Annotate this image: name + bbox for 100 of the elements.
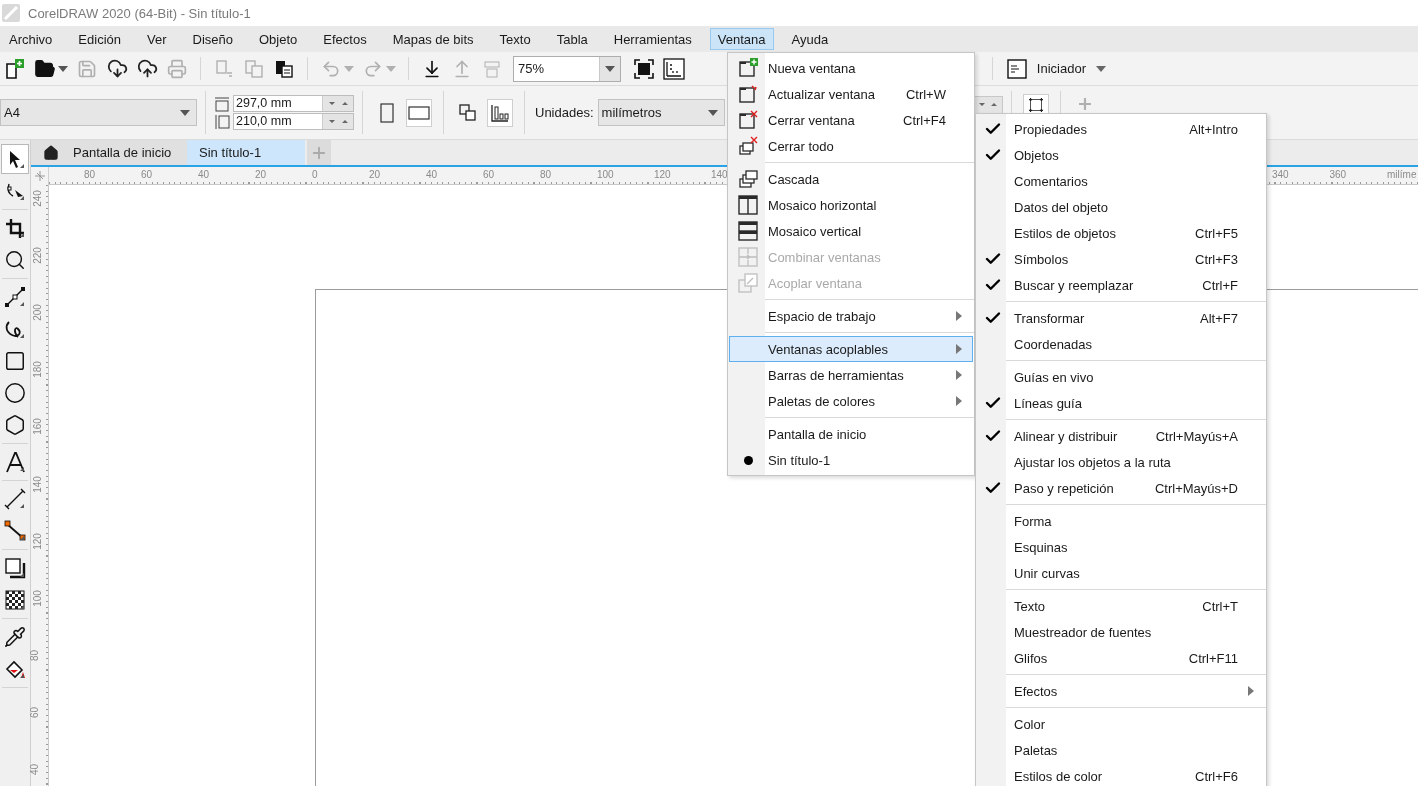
caret-icon[interactable] (58, 65, 68, 72)
ruler-label: 120 (31, 532, 43, 550)
menu-item[interactable]: Diseño (184, 28, 241, 50)
menu-item[interactable]: Texto Ctrl+T (977, 593, 1265, 619)
menu-item[interactable]: Unir curvas (977, 560, 1265, 586)
menu-item[interactable]: Pantalla de inicio (729, 421, 973, 447)
layout-button[interactable] (487, 98, 513, 127)
menu-item[interactable]: Líneas guía (977, 390, 1265, 416)
full-screen-icon[interactable] (633, 57, 655, 80)
ruler-label: 60 (141, 169, 153, 180)
menu-item[interactable]: Sin título-1 (729, 447, 973, 473)
menu-item[interactable]: Buscar y reemplazar Ctrl+F (977, 272, 1265, 298)
tool-button[interactable] (1, 144, 29, 174)
ruler-label: 60 (29, 706, 41, 718)
spinner-arrows-icon[interactable] (973, 96, 1003, 114)
import-icon[interactable] (422, 58, 442, 79)
menu-item[interactable]: Espacio de trabajo (729, 303, 973, 329)
menu-item[interactable]: Paletas (977, 737, 1265, 763)
menu-item[interactable]: Paletas de colores (729, 388, 973, 414)
caret-icon (707, 109, 718, 116)
menu-item[interactable]: Comentarios (977, 168, 1265, 194)
menu-item[interactable]: Paso y repetición Ctrl+Mayús+D (977, 475, 1265, 501)
menu-item[interactable]: Muestreador de fuentes (977, 619, 1265, 645)
menu-item[interactable]: Ajustar los objetos a la ruta (977, 449, 1265, 475)
menu-item[interactable]: Edición (70, 28, 129, 50)
caret-icon (605, 65, 615, 72)
menu-item[interactable]: Texto (491, 28, 539, 50)
menu-item[interactable]: Datos del objeto (977, 194, 1265, 220)
menu-item[interactable]: Transformar Alt+F7 (977, 305, 1265, 331)
search-icon (4, 249, 26, 271)
document-tab[interactable]: Pantalla de inicio (31, 140, 187, 165)
ruler-label: 360 (1329, 169, 1347, 180)
menu-item[interactable]: Barras de herramientas (729, 362, 973, 388)
window-icon (1006, 58, 1027, 79)
menu-item[interactable]: Archivo (1, 28, 61, 50)
eyedropper-icon (4, 626, 26, 648)
merge-icon (738, 247, 758, 267)
window-title: CorelDRAW 2020 (64-Bit) - Sin título-1 (28, 5, 251, 21)
menu-item[interactable]: Actualizar ventana Ctrl+W (729, 81, 973, 107)
menu-item[interactable]: Efectos (315, 28, 375, 50)
size-field[interactable]: 297,0 mm (233, 95, 354, 112)
submenu-arrow-icon (956, 344, 962, 354)
menu-item[interactable]: Ayuda (783, 28, 837, 50)
windows-close-icon (738, 136, 758, 156)
menu-item[interactable]: Símbolos Ctrl+F3 (977, 246, 1265, 272)
units-dropdown[interactable]: milímetros (597, 99, 725, 126)
ruler-label: 80 (29, 649, 41, 661)
ellipse-icon (4, 382, 26, 404)
menu-item[interactable]: Cerrar todo (729, 133, 973, 159)
ruler-label: 80 (84, 169, 96, 180)
dimension-icon (4, 488, 26, 510)
menu-item[interactable]: Mosaico horizontal (729, 192, 973, 218)
ruler-label: 20 (369, 169, 381, 180)
menu-item[interactable]: Mapas de bits (384, 28, 482, 50)
menu-item[interactable]: Guías en vivo (977, 364, 1265, 390)
rectangle-icon (4, 350, 26, 372)
menu-item[interactable]: Cerrar ventana Ctrl+F4 (729, 107, 973, 133)
menu-item[interactable]: Alinear y distribuir Ctrl+Mayús+A (977, 423, 1265, 449)
landscape-icon (408, 105, 430, 120)
menu-item[interactable]: Glifos Ctrl+F11 (977, 645, 1265, 671)
page-size-dropdown[interactable]: A4 (0, 99, 197, 126)
menu-item[interactable]: Herramientas (605, 28, 700, 50)
menu-item[interactable]: Objeto (251, 28, 306, 50)
menu-item[interactable]: Color (977, 711, 1265, 737)
ruler-label: 140 (31, 475, 43, 493)
launcher-button[interactable]: Iniciador (1000, 53, 1112, 84)
ruler-label: 40 (426, 169, 438, 180)
menu-item[interactable]: Mosaico vertical (729, 218, 973, 244)
caret-icon (1096, 65, 1106, 72)
plus-icon (1079, 98, 1091, 110)
menu-item[interactable]: Estilos de objetos Ctrl+F5 (977, 220, 1265, 246)
new-document-icon[interactable] (4, 57, 26, 80)
landscape-button[interactable] (406, 98, 432, 127)
menu-item[interactable]: Ventanas acoplables (729, 336, 973, 362)
menu-item[interactable]: Ver (139, 28, 175, 50)
menu-item[interactable]: Nueva ventana (729, 55, 973, 81)
menu-item[interactable]: Tabla (548, 28, 596, 50)
cloud-download-icon[interactable] (106, 58, 128, 79)
home-icon (43, 144, 59, 161)
menu-item[interactable]: Esquinas (977, 534, 1265, 560)
cloud-upload-icon[interactable] (136, 58, 158, 79)
menu-item[interactable]: Propiedades Alt+Intro (977, 116, 1265, 142)
menu-item[interactable]: Estilos de color Ctrl+F6 (977, 763, 1265, 786)
ruler-label: 0 (312, 169, 318, 180)
menu-item[interactable]: Ventana (709, 28, 774, 50)
menu-item[interactable]: Coordenadas (977, 331, 1265, 357)
menu-item[interactable]: Objetos (977, 142, 1265, 168)
ruler-origin-icon (34, 171, 45, 181)
page-height-icon (214, 113, 230, 130)
menu-item[interactable]: Cascada (729, 166, 973, 192)
zoom-field[interactable]: 75% (513, 55, 621, 82)
menu-item[interactable]: Forma (977, 508, 1265, 534)
menu-item[interactable]: Efectos (977, 678, 1265, 704)
ruler-label: 140 (711, 169, 728, 180)
document-tab[interactable]: Sin título-1 (187, 140, 305, 165)
ruler-label: 40 (198, 169, 210, 180)
size-field[interactable]: 210,0 mm (233, 113, 354, 130)
open-folder-icon[interactable] (34, 57, 56, 80)
clipboard-icon[interactable] (274, 58, 294, 79)
shadow-icon (4, 557, 26, 579)
